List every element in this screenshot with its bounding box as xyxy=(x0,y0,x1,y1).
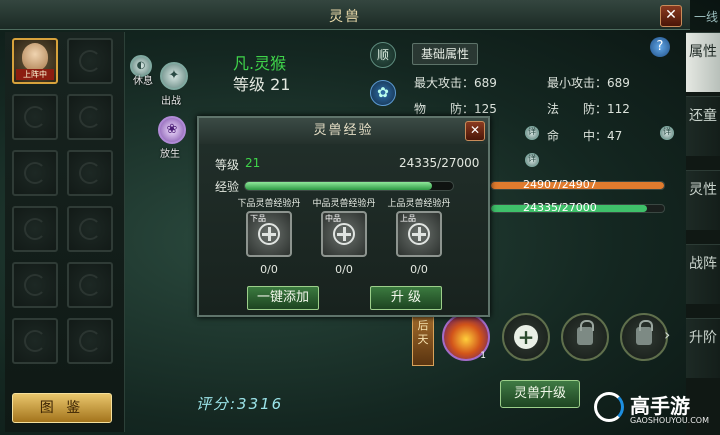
help-icon[interactable]: ? xyxy=(650,37,670,57)
on-duty-badge: 上阵中 xyxy=(16,69,54,80)
detail-icon[interactable]: 详 xyxy=(525,126,539,140)
acquired-skill-tag: 后天 xyxy=(412,314,434,366)
dialog-close-button[interactable]: ✕ xyxy=(465,121,485,141)
fire-skill-icon[interactable]: 1 xyxy=(442,313,490,361)
watermark-logo: 高手游 GAOSHOUYOU.COM xyxy=(590,388,718,433)
item-count: 0/0 xyxy=(410,263,428,276)
grade-tag: 上品 xyxy=(400,214,416,223)
hit-rate: 命 中：47 xyxy=(547,129,623,143)
plus-icon: + xyxy=(514,325,538,349)
side-tabs: 属性 还童 灵性 战阵 升阶 xyxy=(686,30,720,435)
pet-slot[interactable] xyxy=(12,318,58,364)
detail-icon[interactable]: 详 xyxy=(660,126,674,140)
dialog-exp-bar xyxy=(244,181,454,191)
grade-tag: 下品 xyxy=(250,214,266,223)
lock-icon xyxy=(577,320,594,345)
pet-avatar xyxy=(22,43,48,71)
grade-tag: 中品 xyxy=(325,214,341,223)
item-label: 上品灵兽经验丹 xyxy=(387,199,451,209)
exp-bar: 24335/27000 xyxy=(490,201,665,214)
locked-skill-slot[interactable] xyxy=(561,313,609,361)
add-all-button[interactable]: 一键添加 xyxy=(247,286,319,310)
item-count: 0/0 xyxy=(260,263,278,276)
magic-defense: 法 防：112 xyxy=(547,102,630,116)
pet-upgrade-button[interactable]: 灵兽升级 xyxy=(500,380,580,408)
item-label: 下品灵兽经验丹 xyxy=(237,199,301,209)
fight-label: 出战 xyxy=(161,96,181,107)
dialog-title: 灵兽经验 xyxy=(199,118,488,144)
release-label: 放生 xyxy=(160,149,180,160)
low-grade-exp-pill[interactable]: 下品 xyxy=(246,211,292,257)
tab-advance[interactable]: 升阶 xyxy=(686,318,720,378)
locked-skill-slot[interactable] xyxy=(620,313,668,361)
level-value: 21 xyxy=(245,156,261,170)
pet-slot[interactable] xyxy=(67,150,113,196)
logo-icon xyxy=(594,392,624,422)
window-title: 灵兽 xyxy=(329,9,361,25)
skill-count: 1 xyxy=(480,351,486,361)
pet-score: 评分:3316 xyxy=(196,395,284,413)
pet-slot-active[interactable]: 上阵中 xyxy=(12,38,58,84)
pill-icon xyxy=(333,223,355,245)
exp-value: 24335/27000 xyxy=(399,156,480,170)
atlas-button[interactable]: 图 鉴 xyxy=(12,393,112,423)
fight-icon[interactable]: ✦ xyxy=(160,62,188,90)
follow-icon[interactable]: 顺 xyxy=(370,42,396,68)
rest-label: 休息 xyxy=(133,76,153,87)
physical-defense: 物 防：125 xyxy=(414,102,497,116)
hp-bar: 24907/24907 xyxy=(490,178,665,191)
pet-slot[interactable] xyxy=(67,94,113,140)
detail-icon[interactable]: 详 xyxy=(525,153,539,167)
pet-slot[interactable] xyxy=(67,318,113,364)
pet-level: 等级 21 xyxy=(233,75,291,94)
title-bar: 灵兽 xyxy=(0,0,690,30)
pet-slot[interactable] xyxy=(12,150,58,196)
exp-bar-text: 24335/27000 xyxy=(523,201,597,214)
chevron-right-icon[interactable]: › xyxy=(664,325,670,344)
pet-slot[interactable] xyxy=(67,38,113,84)
paw-icon[interactable]: ✿ xyxy=(370,80,396,106)
base-attributes-tab[interactable]: 基础属性 xyxy=(412,43,478,65)
exp-label: 经验 xyxy=(215,180,240,194)
pet-slot[interactable] xyxy=(67,262,113,308)
min-attack: 最小攻击：689 xyxy=(547,76,630,90)
lock-icon xyxy=(636,320,653,345)
pet-slot[interactable] xyxy=(12,94,58,140)
pet-slot[interactable] xyxy=(12,262,58,308)
tab-formation[interactable]: 战阵 xyxy=(686,244,720,304)
item-count: 0/0 xyxy=(335,263,353,276)
max-attack: 最大攻击：689 xyxy=(414,76,497,90)
item-label: 中品灵兽经验丹 xyxy=(312,199,376,209)
tab-spirit[interactable]: 灵性 xyxy=(686,170,720,230)
logo-url: GAOSHOUYOU.COM xyxy=(630,416,710,425)
add-skill-button[interactable]: + xyxy=(502,313,550,361)
release-icon[interactable]: ❀ xyxy=(158,116,186,144)
tab-attributes[interactable]: 属性 xyxy=(686,32,720,92)
server-tab[interactable]: 一线 xyxy=(692,8,720,28)
hp-bar-text: 24907/24907 xyxy=(523,178,597,191)
pet-window: 灵兽 ✕ 一线 上阵中 图 鉴 ◐ 休息 ✦ 出战 ❀ 放生 凡.灵猴 等级 2… xyxy=(0,0,720,435)
pill-icon xyxy=(258,223,280,245)
dialog-exp-bar-fill xyxy=(245,182,433,190)
pill-icon xyxy=(408,223,430,245)
level-label: 等级 xyxy=(215,158,240,172)
pet-slot[interactable] xyxy=(12,206,58,252)
high-grade-exp-pill[interactable]: 上品 xyxy=(396,211,442,257)
close-button[interactable]: ✕ xyxy=(660,5,682,27)
tab-rejuvenate[interactable]: 还童 xyxy=(686,96,720,156)
mid-grade-exp-pill[interactable]: 中品 xyxy=(321,211,367,257)
level-up-button[interactable]: 升 级 xyxy=(370,286,442,310)
pet-slot[interactable] xyxy=(67,206,113,252)
logo-name: 高手游 xyxy=(630,394,690,418)
pet-slot-grid: 上阵中 xyxy=(5,32,125,432)
pet-exp-dialog: 灵兽经验 ✕ 等级 21 24335/27000 经验 下品灵兽经验丹 中品灵兽… xyxy=(197,116,490,317)
